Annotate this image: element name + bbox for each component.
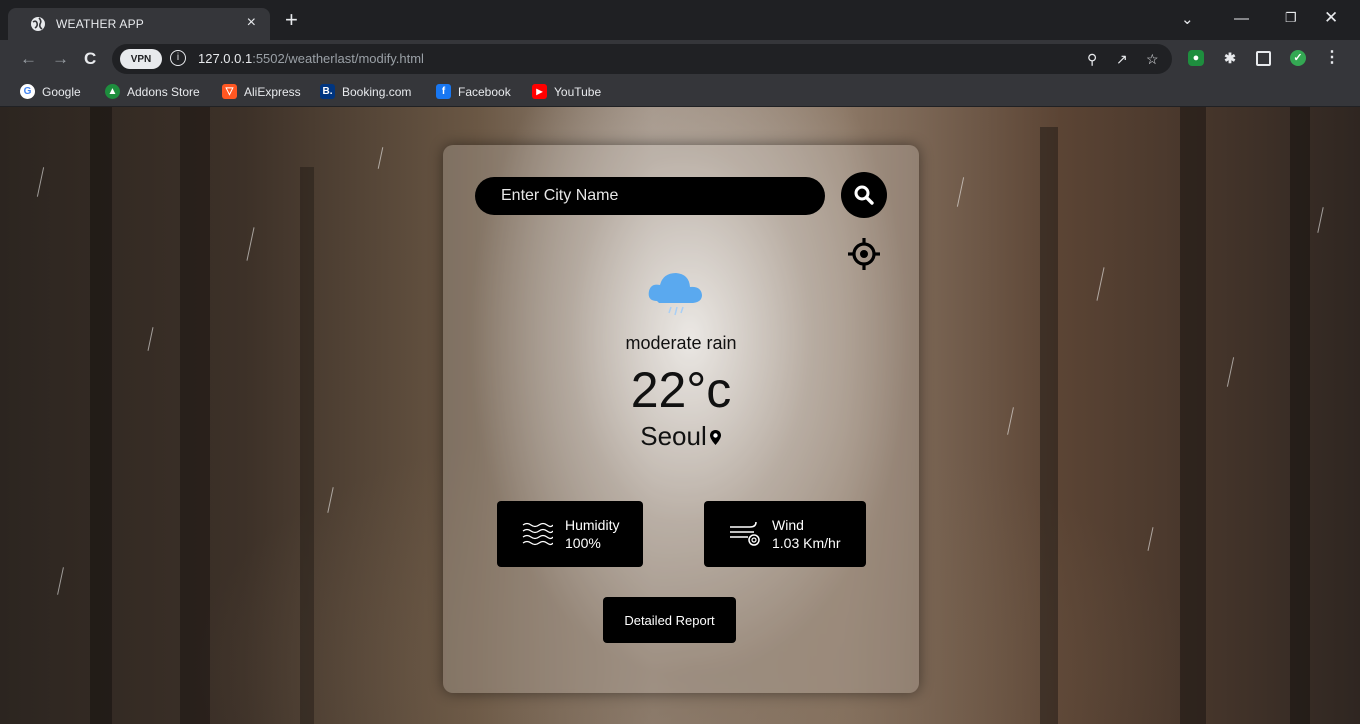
rain-streak — [57, 567, 64, 595]
side-panel-icon[interactable] — [1256, 51, 1271, 66]
youtube-icon: ▶ — [532, 84, 547, 99]
search-icon — [854, 185, 874, 205]
new-tab-button[interactable]: + — [285, 9, 298, 31]
location-pin-icon — [709, 430, 721, 445]
addons-store-icon: ▲ — [105, 84, 120, 99]
rain-streak — [1007, 407, 1014, 435]
bookmarks-bar: G Google ▲ Addons Store ▽ AliExpress B. … — [0, 78, 1360, 107]
bookmark-label: Google — [42, 84, 81, 99]
bookmark-booking[interactable]: B. Booking.com — [320, 84, 411, 99]
wind-label: Wind — [772, 517, 804, 533]
search-button[interactable] — [841, 172, 887, 218]
bookmark-label: AliExpress — [244, 84, 301, 99]
menu-kebab-icon[interactable]: ⋮ — [1324, 50, 1340, 66]
bookmark-facebook[interactable]: f Facebook — [436, 84, 511, 99]
background-tree-trunk — [90, 107, 112, 724]
rain-streak — [327, 487, 334, 513]
tab-title: WEATHER APP — [56, 17, 144, 31]
globe-icon — [31, 17, 45, 31]
browser-tab-strip: WEATHER APP × + ⌄ — ❐ ✕ — [0, 0, 1360, 40]
background-tree-trunk — [300, 167, 314, 724]
current-location-button[interactable] — [845, 235, 883, 273]
weather-description: moderate rain — [625, 333, 737, 353]
bookmark-aliexpress[interactable]: ▽ AliExpress — [222, 84, 301, 99]
google-icon: G — [20, 84, 35, 99]
rain-streak — [377, 147, 384, 169]
background-tree-trunk — [180, 107, 210, 724]
address-bar[interactable]: VPN i 127.0.0.1:5502/weatherlast/modify.… — [112, 44, 1172, 74]
rain-cloud-icon — [648, 273, 702, 316]
humidity-value: 100% — [565, 535, 601, 551]
share-icon[interactable]: ↗ — [1116, 51, 1128, 68]
minimize-icon[interactable]: — — [1234, 10, 1249, 27]
background-tree-trunk — [1180, 107, 1206, 724]
bookmark-label: Booking.com — [342, 84, 412, 99]
rain-streak — [246, 227, 255, 261]
tab-close-icon[interactable]: × — [247, 14, 256, 32]
vpn-icon[interactable]: VPN — [120, 49, 162, 69]
reload-icon[interactable]: C — [84, 49, 96, 69]
facebook-icon: f — [436, 84, 451, 99]
rain-streak — [1226, 357, 1235, 387]
bookmark-addons-store[interactable]: ▲ Addons Store — [105, 84, 200, 99]
page-background: moderate rain 22°c Seoul Humidity 100% — [0, 107, 1360, 724]
temperature: 22°c — [630, 362, 732, 418]
background-tree-trunk — [1040, 127, 1058, 724]
humidity-waves-icon — [522, 522, 553, 546]
humidity-card: Humidity 100% — [497, 501, 643, 567]
wind-value: 1.03 Km/hr — [772, 535, 841, 551]
profile-shield-icon[interactable]: ✓ — [1290, 50, 1306, 66]
city-search-input[interactable] — [475, 177, 825, 215]
booking-icon: B. — [320, 84, 335, 99]
city-name: Seoul — [640, 421, 707, 451]
back-icon[interactable]: ← — [20, 49, 37, 69]
browser-tab-weather-app[interactable]: WEATHER APP × — [8, 8, 270, 40]
extension-lock-icon[interactable]: ● — [1188, 50, 1204, 66]
aliexpress-icon: ▽ — [222, 84, 237, 99]
bookmark-star-icon[interactable]: ☆ — [1146, 51, 1159, 68]
bookmark-label: Addons Store — [127, 84, 200, 99]
forward-icon[interactable]: → — [52, 49, 69, 69]
weather-card: moderate rain 22°c Seoul Humidity 100% — [443, 145, 919, 693]
browser-toolbar: ← → C VPN i 127.0.0.1:5502/weatherlast/m… — [0, 40, 1360, 78]
extensions-puzzle-icon[interactable]: ✱ — [1222, 50, 1238, 66]
city-name-row: Seoul — [443, 421, 919, 452]
url-text[interactable]: 127.0.0.1:5502/weatherlast/modify.html — [198, 51, 424, 66]
rain-streak — [1096, 267, 1105, 301]
rain-streak — [36, 167, 45, 197]
rain-streak — [956, 177, 965, 207]
humidity-label: Humidity — [565, 517, 620, 533]
rain-streak — [1317, 207, 1324, 233]
background-tree-trunk — [1290, 107, 1310, 724]
rain-streak — [147, 327, 154, 351]
rain-streak — [1147, 527, 1154, 551]
close-window-icon[interactable]: ✕ — [1324, 8, 1338, 28]
tab-search-icon[interactable]: ⌄ — [1181, 10, 1194, 28]
restore-icon[interactable]: ❐ — [1285, 10, 1297, 26]
bookmark-label: YouTube — [554, 84, 602, 99]
location-icon[interactable]: ⚲ — [1087, 51, 1097, 68]
bookmark-label: Facebook — [458, 84, 511, 99]
bookmark-google[interactable]: G Google — [20, 84, 81, 99]
detailed-report-button[interactable]: Detailed Report — [603, 597, 736, 643]
wind-icon — [730, 521, 760, 546]
site-info-icon[interactable]: i — [170, 50, 186, 66]
wind-card: Wind 1.03 Km/hr — [704, 501, 866, 567]
bookmark-youtube[interactable]: ▶ YouTube — [532, 84, 601, 99]
